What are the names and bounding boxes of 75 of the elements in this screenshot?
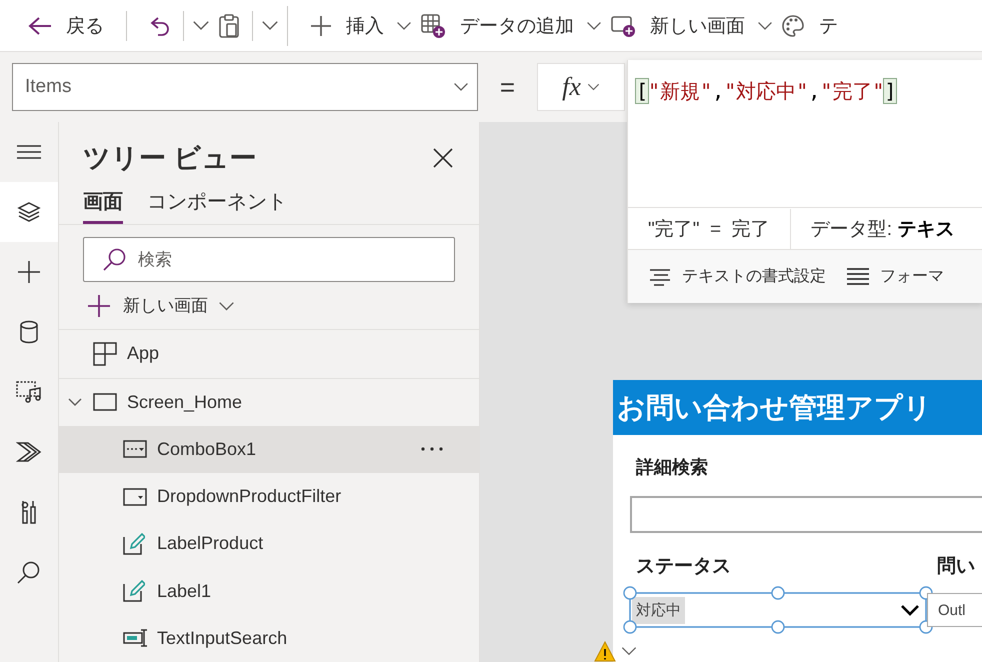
chevron-down-icon[interactable] — [586, 20, 602, 30]
dropdown-value: Outl — [938, 602, 966, 618]
app-header: お問い合わせ管理アプリ — [613, 380, 982, 435]
chevron-down-icon[interactable] — [192, 20, 210, 31]
screen-add-icon — [610, 14, 636, 38]
property-dropdown[interactable]: Items — [12, 63, 478, 111]
chevron-down-icon[interactable] — [620, 646, 638, 656]
selected-tag: 対応中 — [632, 596, 685, 624]
chevron-down-icon[interactable] — [218, 300, 235, 311]
tools-icon — [19, 499, 39, 525]
edit-label-icon — [123, 580, 145, 602]
tree-item[interactable]: Screen_Home — [59, 378, 479, 426]
media-icon — [16, 380, 42, 404]
combo-box[interactable]: 対応中 — [630, 593, 926, 627]
palette-icon — [781, 14, 805, 38]
back-arrow-icon — [28, 16, 52, 36]
edit-label-icon — [123, 532, 145, 555]
lines-icon — [846, 268, 870, 286]
formatter-button[interactable]: フォーマ — [846, 266, 944, 287]
app-grid-icon — [93, 342, 117, 366]
text-format-icon — [648, 268, 672, 286]
tree-item[interactable]: ComboBox1 — [59, 426, 479, 473]
insert-button[interactable]: 挿入 — [302, 6, 392, 46]
tree-item[interactable]: TextInputSearch — [59, 614, 479, 662]
theme-button[interactable]: テ — [773, 6, 846, 46]
layers-icon — [17, 201, 41, 223]
new-screen-button[interactable]: 新しい画面 — [87, 294, 208, 318]
new-screen-button[interactable]: 新しい画面 — [602, 6, 753, 46]
function-button[interactable]: fx — [537, 63, 625, 111]
dropdown[interactable]: Outl — [927, 593, 982, 627]
selection-handles-drawing[interactable] — [623, 586, 933, 634]
plus-icon — [87, 294, 111, 318]
formula-editor[interactable]: ["新規","対応中","完了"] — [628, 60, 982, 123]
tree-item[interactable]: DropdownProductFilter — [59, 472, 479, 520]
combobox-icon — [123, 440, 147, 458]
search-field[interactable]: 検索 — [83, 237, 455, 282]
chevron-down-icon[interactable] — [453, 82, 469, 92]
plus-icon — [17, 260, 41, 284]
tree-item[interactable]: Label1 — [59, 567, 479, 615]
field-label: 問い — [936, 555, 976, 579]
clipboard-icon — [218, 12, 240, 38]
back-button[interactable]: 戻る — [20, 6, 112, 46]
close-icon[interactable] — [433, 148, 453, 168]
rail-tab[interactable] — [0, 182, 58, 242]
plus-icon — [310, 14, 332, 36]
chevron-down-icon[interactable] — [396, 20, 412, 30]
table-add-icon — [420, 12, 446, 38]
section-label: 詳細検索 — [634, 456, 709, 479]
warning-icon[interactable] — [594, 641, 616, 662]
field-label: ステータス — [635, 555, 732, 579]
input-field[interactable] — [630, 496, 982, 533]
chevron-down-icon[interactable] — [757, 20, 773, 30]
chevron-down-icon[interactable] — [261, 20, 279, 31]
screen-icon — [93, 393, 117, 412]
undo-icon — [149, 14, 171, 36]
database-icon — [19, 320, 39, 344]
equals-sign: = — [498, 72, 516, 102]
more-icon[interactable] — [421, 447, 443, 452]
chevron-down-icon[interactable] — [586, 83, 600, 91]
search-icon — [103, 247, 127, 271]
flow-chevrons-icon — [16, 441, 42, 463]
format-text-button[interactable]: テキストの書式設定 — [648, 266, 826, 287]
panel-tab[interactable]: 画面 — [83, 188, 123, 224]
text-input-icon — [123, 628, 149, 648]
dropdown-icon — [123, 488, 147, 506]
panel-tab[interactable]: コンポーネント — [147, 188, 287, 224]
tree-item[interactable]: LabelProduct — [59, 520, 479, 568]
search-icon — [17, 560, 41, 584]
add-data-button[interactable]: データの追加 — [412, 6, 582, 46]
menu-icon — [17, 145, 41, 159]
chevron-down-icon — [900, 604, 920, 616]
formula-result: "完了" = 完了 — [647, 218, 771, 242]
data-type-label: データ型: テキス — [810, 218, 956, 242]
panel-title: ツリー ビュー — [83, 142, 257, 175]
tree-item[interactable]: App — [59, 330, 479, 378]
